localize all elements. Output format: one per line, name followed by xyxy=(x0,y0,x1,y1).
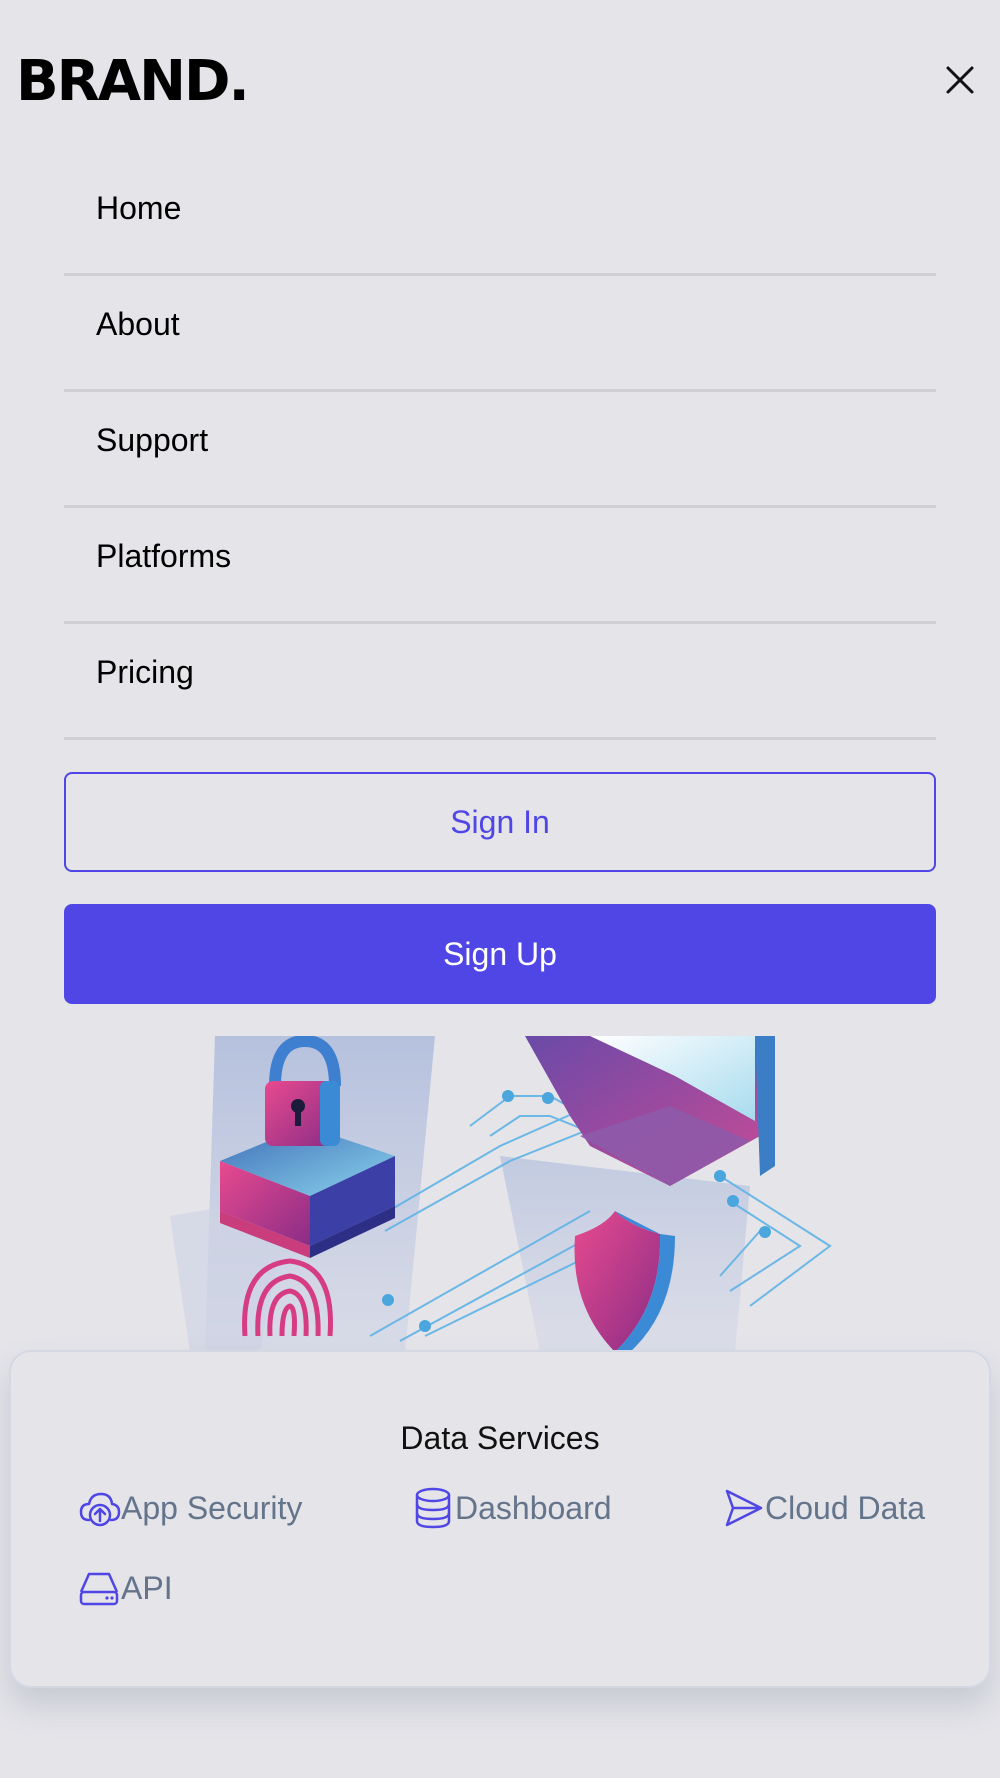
mobile-menu-page: BRAND. Home About Support Platforms Pric… xyxy=(0,0,1000,1778)
service-label: App Security xyxy=(121,1489,303,1526)
nav-item-label: About xyxy=(96,306,180,342)
service-label: API xyxy=(121,1569,173,1606)
data-services-panel: Data Services App Security Dashboard Clo… xyxy=(9,1350,991,1688)
hard-drive-icon xyxy=(77,1566,121,1610)
nav-item-pricing[interactable]: Pricing xyxy=(64,624,936,740)
service-api[interactable]: API xyxy=(77,1566,173,1610)
nav-item-label: Support xyxy=(96,422,209,458)
nav-item-support[interactable]: Support xyxy=(64,392,936,508)
main-navigation: Home About Support Platforms Pricing xyxy=(64,160,936,740)
hero-illustration xyxy=(170,1036,850,1352)
database-icon xyxy=(411,1486,455,1530)
nav-item-label: Platforms xyxy=(96,538,232,574)
send-icon xyxy=(721,1486,765,1530)
nav-item-about[interactable]: About xyxy=(64,276,936,392)
nav-item-platforms[interactable]: Platforms xyxy=(64,508,936,624)
nav-item-home[interactable]: Home xyxy=(64,160,936,276)
nav-item-label: Home xyxy=(96,190,182,226)
brand-logo[interactable]: BRAND. xyxy=(16,44,250,120)
service-app-security[interactable]: App Security xyxy=(77,1486,302,1530)
sign-up-button[interactable]: Sign Up xyxy=(64,904,936,1004)
nav-item-label: Pricing xyxy=(96,654,194,690)
close-menu-button[interactable] xyxy=(940,60,980,100)
service-cloud-data[interactable]: Cloud Data xyxy=(721,1486,925,1530)
close-icon xyxy=(946,66,974,94)
sign-in-button[interactable]: Sign In xyxy=(64,772,936,872)
service-label: Dashboard xyxy=(455,1489,612,1526)
cloud-upload-icon xyxy=(77,1486,121,1530)
service-label: Cloud Data xyxy=(765,1489,926,1526)
services-title: Data Services xyxy=(400,1420,600,1456)
service-dashboard[interactable]: Dashboard xyxy=(411,1486,612,1530)
